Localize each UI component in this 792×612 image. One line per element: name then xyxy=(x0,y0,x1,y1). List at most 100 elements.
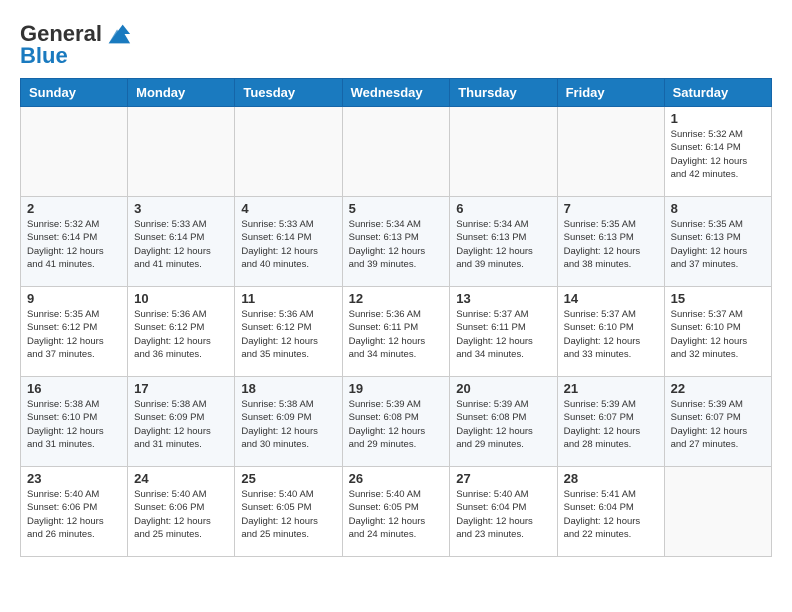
calendar-cell: 25Sunrise: 5:40 AM Sunset: 6:05 PM Dayli… xyxy=(235,467,342,557)
day-info: Sunrise: 5:36 AM Sunset: 6:12 PM Dayligh… xyxy=(134,308,228,361)
calendar-cell xyxy=(342,107,450,197)
day-number: 6 xyxy=(456,201,550,216)
calendar-cell: 1 Sunrise: 5:32 AM Sunset: 6:14 PM Daylig… xyxy=(664,107,771,197)
calendar-cell: 18Sunrise: 5:38 AM Sunset: 6:09 PM Dayli… xyxy=(235,377,342,467)
calendar-cell: 6 Sunrise: 5:34 AM Sunset: 6:13 PM Daylig… xyxy=(450,197,557,287)
calendar-cell xyxy=(557,107,664,197)
calendar-cell: 10 Sunrise: 5:36 AM Sunset: 6:12 PM Dayli… xyxy=(128,287,235,377)
day-info: Sunrise: 5:35 AM Sunset: 6:12 PM Dayligh… xyxy=(27,308,121,361)
calendar-cell: 23 Sunrise: 5:40 AM Sunset: 6:06 PM Dayli… xyxy=(21,467,128,557)
calendar-cell: 27Sunrise: 5:40 AM Sunset: 6:04 PM Dayli… xyxy=(450,467,557,557)
day-number: 12 xyxy=(349,291,444,306)
calendar-table: SundayMondayTuesdayWednesdayThursdayFrid… xyxy=(20,78,772,557)
calendar-cell: 3 Sunrise: 5:33 AM Sunset: 6:14 PM Daylig… xyxy=(128,197,235,287)
calendar-cell: 13 Sunrise: 5:37 AM Sunset: 6:11 PM Dayli… xyxy=(450,287,557,377)
calendar-week-row: 9 Sunrise: 5:35 AM Sunset: 6:12 PM Daylig… xyxy=(21,287,772,377)
calendar-cell: 11 Sunrise: 5:36 AM Sunset: 6:12 PM Dayli… xyxy=(235,287,342,377)
day-info: Sunrise: 5:37 AM Sunset: 6:11 PM Dayligh… xyxy=(456,308,550,361)
day-number: 1 xyxy=(671,111,765,126)
day-header-thursday: Thursday xyxy=(450,79,557,107)
day-number: 21 xyxy=(564,381,658,396)
day-info: Sunrise: 5:40 AM Sunset: 6:05 PM Dayligh… xyxy=(241,488,335,541)
day-number: 13 xyxy=(456,291,550,306)
day-number: 4 xyxy=(241,201,335,216)
day-info: Sunrise: 5:36 AM Sunset: 6:12 PM Dayligh… xyxy=(241,308,335,361)
day-info: Sunrise: 5:33 AM Sunset: 6:14 PM Dayligh… xyxy=(134,218,228,271)
calendar-cell xyxy=(664,467,771,557)
day-header-saturday: Saturday xyxy=(664,79,771,107)
day-info: Sunrise: 5:35 AM Sunset: 6:13 PM Dayligh… xyxy=(671,218,765,271)
day-info: Sunrise: 5:38 AM Sunset: 6:09 PM Dayligh… xyxy=(241,398,335,451)
calendar-cell: 8 Sunrise: 5:35 AM Sunset: 6:13 PM Daylig… xyxy=(664,197,771,287)
day-number: 22 xyxy=(671,381,765,396)
day-info: Sunrise: 5:32 AM Sunset: 6:14 PM Dayligh… xyxy=(27,218,121,271)
day-info: Sunrise: 5:39 AM Sunset: 6:08 PM Dayligh… xyxy=(349,398,444,451)
day-header-wednesday: Wednesday xyxy=(342,79,450,107)
logo-blue: Blue xyxy=(20,44,68,68)
calendar-header-row: SundayMondayTuesdayWednesdayThursdayFrid… xyxy=(21,79,772,107)
calendar-week-row: 1 Sunrise: 5:32 AM Sunset: 6:14 PM Daylig… xyxy=(21,107,772,197)
day-number: 23 xyxy=(27,471,121,486)
calendar-cell: 28Sunrise: 5:41 AM Sunset: 6:04 PM Dayli… xyxy=(557,467,664,557)
day-header-monday: Monday xyxy=(128,79,235,107)
logo-icon xyxy=(104,20,132,48)
page-header: General Blue xyxy=(20,20,772,68)
day-info: Sunrise: 5:38 AM Sunset: 6:09 PM Dayligh… xyxy=(134,398,228,451)
day-info: Sunrise: 5:39 AM Sunset: 6:07 PM Dayligh… xyxy=(671,398,765,451)
day-number: 15 xyxy=(671,291,765,306)
day-number: 14 xyxy=(564,291,658,306)
calendar-cell xyxy=(128,107,235,197)
calendar-cell: 16 Sunrise: 5:38 AM Sunset: 6:10 PM Dayli… xyxy=(21,377,128,467)
day-info: Sunrise: 5:39 AM Sunset: 6:08 PM Dayligh… xyxy=(456,398,550,451)
calendar-cell: 7 Sunrise: 5:35 AM Sunset: 6:13 PM Daylig… xyxy=(557,197,664,287)
calendar-cell: 19 Sunrise: 5:39 AM Sunset: 6:08 PM Dayli… xyxy=(342,377,450,467)
calendar-cell xyxy=(450,107,557,197)
day-info: Sunrise: 5:40 AM Sunset: 6:06 PM Dayligh… xyxy=(27,488,121,541)
day-info: Sunrise: 5:40 AM Sunset: 6:04 PM Dayligh… xyxy=(456,488,550,541)
calendar-cell: 4 Sunrise: 5:33 AM Sunset: 6:14 PM Daylig… xyxy=(235,197,342,287)
day-number: 24 xyxy=(134,471,228,486)
calendar-cell: 21 Sunrise: 5:39 AM Sunset: 6:07 PM Dayli… xyxy=(557,377,664,467)
day-number: 3 xyxy=(134,201,228,216)
day-info: Sunrise: 5:40 AM Sunset: 6:05 PM Dayligh… xyxy=(349,488,444,541)
day-info: Sunrise: 5:39 AM Sunset: 6:07 PM Dayligh… xyxy=(564,398,658,451)
day-number: 2 xyxy=(27,201,121,216)
calendar-cell: 15 Sunrise: 5:37 AM Sunset: 6:10 PM Dayli… xyxy=(664,287,771,377)
day-number: 26 xyxy=(349,471,444,486)
day-info: Sunrise: 5:33 AM Sunset: 6:14 PM Dayligh… xyxy=(241,218,335,271)
calendar-cell: 22 Sunrise: 5:39 AM Sunset: 6:07 PM Dayli… xyxy=(664,377,771,467)
day-info: Sunrise: 5:32 AM Sunset: 6:14 PM Dayligh… xyxy=(671,128,765,181)
day-info: Sunrise: 5:37 AM Sunset: 6:10 PM Dayligh… xyxy=(564,308,658,361)
day-number: 7 xyxy=(564,201,658,216)
day-info: Sunrise: 5:34 AM Sunset: 6:13 PM Dayligh… xyxy=(349,218,444,271)
day-info: Sunrise: 5:35 AM Sunset: 6:13 PM Dayligh… xyxy=(564,218,658,271)
day-number: 17 xyxy=(134,381,228,396)
calendar-cell xyxy=(235,107,342,197)
day-header-friday: Friday xyxy=(557,79,664,107)
calendar-cell: 9 Sunrise: 5:35 AM Sunset: 6:12 PM Daylig… xyxy=(21,287,128,377)
day-number: 19 xyxy=(349,381,444,396)
calendar-week-row: 16 Sunrise: 5:38 AM Sunset: 6:10 PM Dayli… xyxy=(21,377,772,467)
day-number: 9 xyxy=(27,291,121,306)
day-info: Sunrise: 5:41 AM Sunset: 6:04 PM Dayligh… xyxy=(564,488,658,541)
day-number: 11 xyxy=(241,291,335,306)
day-number: 16 xyxy=(27,381,121,396)
calendar-cell xyxy=(21,107,128,197)
calendar-cell: 5 Sunrise: 5:34 AM Sunset: 6:13 PM Daylig… xyxy=(342,197,450,287)
day-number: 10 xyxy=(134,291,228,306)
calendar-cell: 17 Sunrise: 5:38 AM Sunset: 6:09 PM Dayli… xyxy=(128,377,235,467)
day-info: Sunrise: 5:38 AM Sunset: 6:10 PM Dayligh… xyxy=(27,398,121,451)
day-number: 20 xyxy=(456,381,550,396)
day-header-sunday: Sunday xyxy=(21,79,128,107)
calendar-cell: 26 Sunrise: 5:40 AM Sunset: 6:05 PM Dayli… xyxy=(342,467,450,557)
day-header-tuesday: Tuesday xyxy=(235,79,342,107)
day-info: Sunrise: 5:36 AM Sunset: 6:11 PM Dayligh… xyxy=(349,308,444,361)
calendar-cell: 24Sunrise: 5:40 AM Sunset: 6:06 PM Dayli… xyxy=(128,467,235,557)
day-info: Sunrise: 5:37 AM Sunset: 6:10 PM Dayligh… xyxy=(671,308,765,361)
day-info: Sunrise: 5:34 AM Sunset: 6:13 PM Dayligh… xyxy=(456,218,550,271)
logo: General Blue xyxy=(20,20,132,68)
calendar-week-row: 23 Sunrise: 5:40 AM Sunset: 6:06 PM Dayli… xyxy=(21,467,772,557)
day-number: 8 xyxy=(671,201,765,216)
day-number: 5 xyxy=(349,201,444,216)
calendar-cell: 2 Sunrise: 5:32 AM Sunset: 6:14 PM Daylig… xyxy=(21,197,128,287)
